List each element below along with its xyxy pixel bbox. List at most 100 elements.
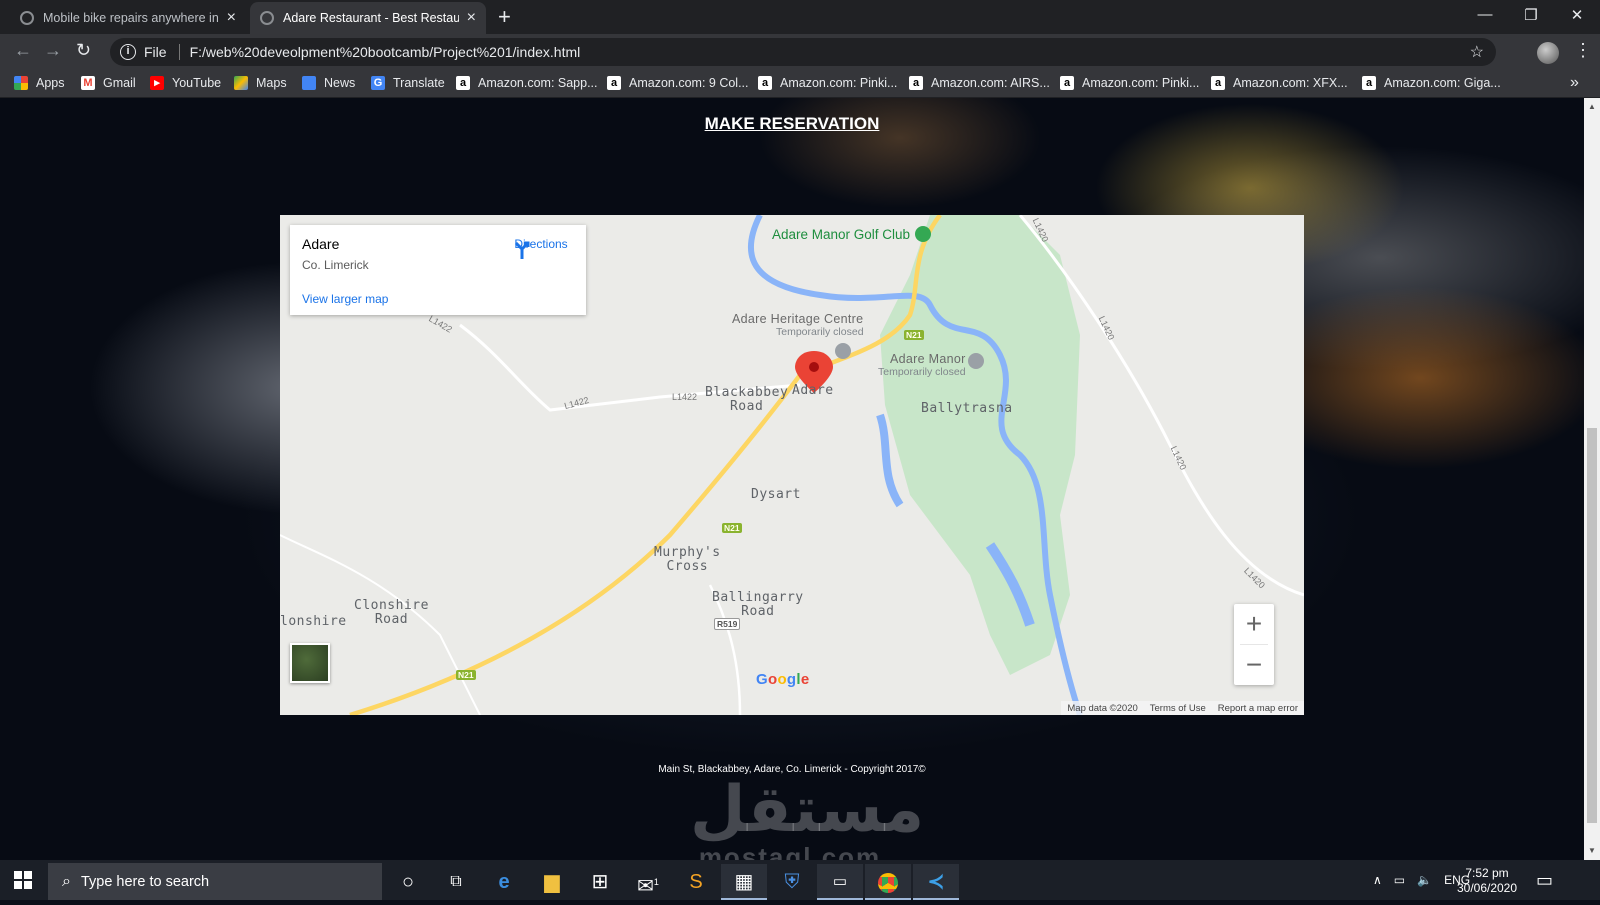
directions-button[interactable]: Directions [512,237,570,259]
profile-avatar[interactable] [1537,42,1559,64]
place-name: Adare [302,236,340,252]
map-info-card: Adare Co. Limerick View larger map Direc… [290,225,586,315]
hotel-icon[interactable] [968,353,984,369]
label-dysart: Dysart [751,487,801,502]
page-viewport: MAKE RESERVATION Adare Manor Golf Club A… [0,98,1584,860]
page-scrollbar[interactable]: ▲ ▼ [1584,98,1600,860]
bookmark-apps[interactable]: Apps [14,76,65,90]
security-shield-icon[interactable]: ⛨ [769,864,815,900]
pin-dot [809,362,819,372]
task-view-icon[interactable]: ⧉ [433,864,479,900]
scroll-thumb[interactable] [1587,428,1597,823]
amazon-icon: a [1362,76,1376,90]
browser-tab-bar: Mobile bike repairs anywhere in × Adare … [0,0,1600,34]
bookmark-amazon-6[interactable]: a Amazon.com: XFX... [1211,76,1348,90]
star-icon[interactable]: ☆ [1470,42,1484,62]
watermark-arabic: مستقل [690,773,925,847]
label-golf-club[interactable]: Adare Manor Golf Club [772,228,910,242]
store-icon[interactable]: ⊞ [577,864,623,900]
label-heritage-centre[interactable]: Adare Heritage Centre [732,312,863,326]
bookmark-amazon-2[interactable]: a Amazon.com: 9 Col... [607,76,749,90]
scroll-down-icon[interactable]: ▼ [1588,846,1596,855]
reload-icon[interactable]: ↻ [76,40,91,61]
chevron-up-icon[interactable]: ∧ [1373,873,1382,887]
back-arrow-icon[interactable]: ← [14,40,32,61]
chevron-right-icon[interactable]: » [1570,74,1579,92]
volume-icon[interactable]: 🔈 [1417,873,1432,887]
minimize-button[interactable]: — [1462,6,1508,23]
bookmark-amazon-5[interactable]: a Amazon.com: Pinki... [1060,76,1199,90]
road-shield: R519 [714,618,741,630]
road-shield: N21 [456,670,476,680]
amazon-icon: a [909,76,923,90]
bookmark-youtube[interactable]: ▸ YouTube [150,76,221,90]
view-larger-map-link[interactable]: View larger map [302,292,388,306]
new-tab-button[interactable]: + [498,4,511,30]
bookmark-label: Amazon.com: Pinki... [780,76,898,90]
bookmark-amazon-7[interactable]: a Amazon.com: Giga... [1362,76,1501,90]
satellite-toggle[interactable] [290,643,330,683]
bookmark-label: Amazon.com: Pinki... [1082,76,1200,90]
label-adare-manor[interactable]: Adare Manor [890,352,966,366]
forward-arrow-icon[interactable]: → [44,40,62,61]
zoom-in-button[interactable]: + [1234,604,1274,644]
search-placeholder: Type here to search [80,873,210,890]
terms-link[interactable]: Terms of Use [1150,703,1206,714]
amazon-icon: a [758,76,772,90]
taskbar-search[interactable]: ⌕ Type here to search [48,863,382,900]
notification-icon[interactable]: ▭ [1536,870,1553,891]
info-icon[interactable]: i [120,44,136,60]
zoom-out-button[interactable]: − [1234,645,1274,685]
search-icon: ⌕ [62,872,71,890]
label-manor-status: Temporarily closed [878,366,966,378]
zoom-controls: + − [1234,604,1274,685]
vscode-icon[interactable]: ≺ [913,864,959,900]
close-window-button[interactable]: ✕ [1554,6,1600,24]
network-icon[interactable]: ▭ [1394,873,1405,887]
bookmark-gmail[interactable]: M Gmail [81,76,136,90]
label-adare: Adare [792,383,834,398]
amazon-icon: a [456,76,470,90]
restore-button[interactable]: ❐ [1508,6,1554,24]
video-editor-icon[interactable]: ▦ [721,864,767,900]
bookmark-amazon-4[interactable]: a Amazon.com: AIRS... [909,76,1050,90]
clock[interactable]: 7:52 pm 30/06/2020 [1454,866,1520,896]
windows-start-icon[interactable] [14,871,32,889]
museum-icon[interactable] [835,343,851,359]
scroll-up-icon[interactable]: ▲ [1588,102,1596,111]
tab-adare-restaurant[interactable]: Adare Restaurant - Best Restaura × [250,2,486,34]
translate-icon: G [371,76,385,90]
chrome-icon[interactable] [865,864,911,900]
sublime-icon[interactable]: S [673,864,719,900]
file-explorer-icon[interactable]: ▆ [529,864,575,900]
gmail-icon: M [81,76,95,90]
tab-title: Adare Restaurant - Best Restaura [283,11,459,25]
address-bar[interactable]: i File F:/web%20deveolpment%20bootcamb/P… [110,38,1496,66]
report-error-link[interactable]: Report a map error [1218,703,1298,714]
tab-bike-repairs[interactable]: Mobile bike repairs anywhere in × [10,2,246,34]
edge-icon[interactable]: e [481,864,527,900]
tab-title: Mobile bike repairs anywhere in [43,11,219,25]
clock-date: 30/06/2020 [1456,881,1518,895]
bookmarks-bar: Apps M Gmail ▸ YouTube Maps News G Trans… [0,70,1600,98]
bookmark-amazon-1[interactable]: a Amazon.com: Sapp... [456,76,598,90]
bookmark-translate[interactable]: G Translate [371,76,445,90]
label-ballytrasna: Ballytrasna [921,401,1013,416]
bookmark-news[interactable]: News [302,76,355,90]
make-reservation-link[interactable]: MAKE RESERVATION [0,114,1584,134]
menu-dots-icon[interactable]: ⋮ [1574,40,1592,61]
close-icon[interactable]: × [227,9,236,27]
golf-icon[interactable] [915,226,931,242]
bookmark-label: Maps [256,76,287,90]
windows-taskbar: ⌕ Type here to search ○ ⧉ e ▆ ⊞ ✉1 S ▦ ⛨… [0,860,1600,900]
mail-icon[interactable]: ✉1 [625,864,671,900]
bookmark-maps[interactable]: Maps [234,76,287,90]
bookmark-amazon-3[interactable]: a Amazon.com: Pinki... [758,76,897,90]
cortana-icon[interactable]: ○ [385,864,431,900]
embedded-map[interactable]: Adare Manor Golf Club Adare Heritage Cen… [280,215,1304,715]
browser-toolbar: ← → ↻ i File F:/web%20deveolpment%20boot… [0,34,1600,70]
terminal-icon[interactable]: ▭ [817,864,863,900]
close-icon[interactable]: × [467,9,476,27]
url-text[interactable]: F:/web%20deveolpment%20bootcamb/Project%… [190,44,581,60]
amazon-icon: a [1211,76,1225,90]
